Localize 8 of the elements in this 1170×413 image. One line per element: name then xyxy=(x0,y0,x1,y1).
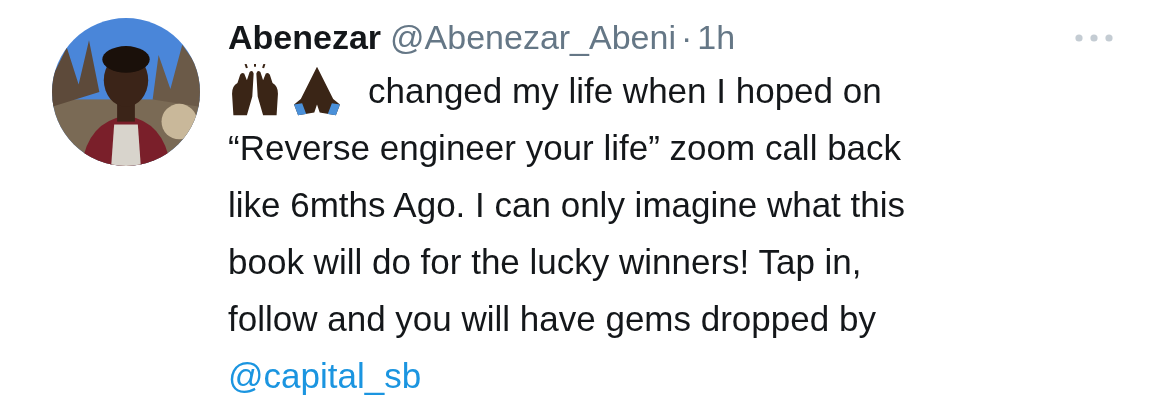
author-handle[interactable]: @Abenezar_Abeni xyxy=(390,18,676,57)
post-time[interactable]: 1h xyxy=(697,18,736,57)
tweet-text: changed my life when I hoped on xyxy=(368,70,882,112)
author-name[interactable]: Abenezar xyxy=(228,18,382,57)
mention-link[interactable]: @capital_sb xyxy=(228,356,422,395)
more-icon[interactable] xyxy=(1074,33,1114,43)
tweet-text: “Reverse engineer your life” zoom call back like 6mths Ago. I can only imagine what this book will do for the lucky winners! Tap in, follow and you will have gems dropped by @capital_sb xyxy=(228,127,905,397)
separator-dot: · xyxy=(681,18,693,57)
